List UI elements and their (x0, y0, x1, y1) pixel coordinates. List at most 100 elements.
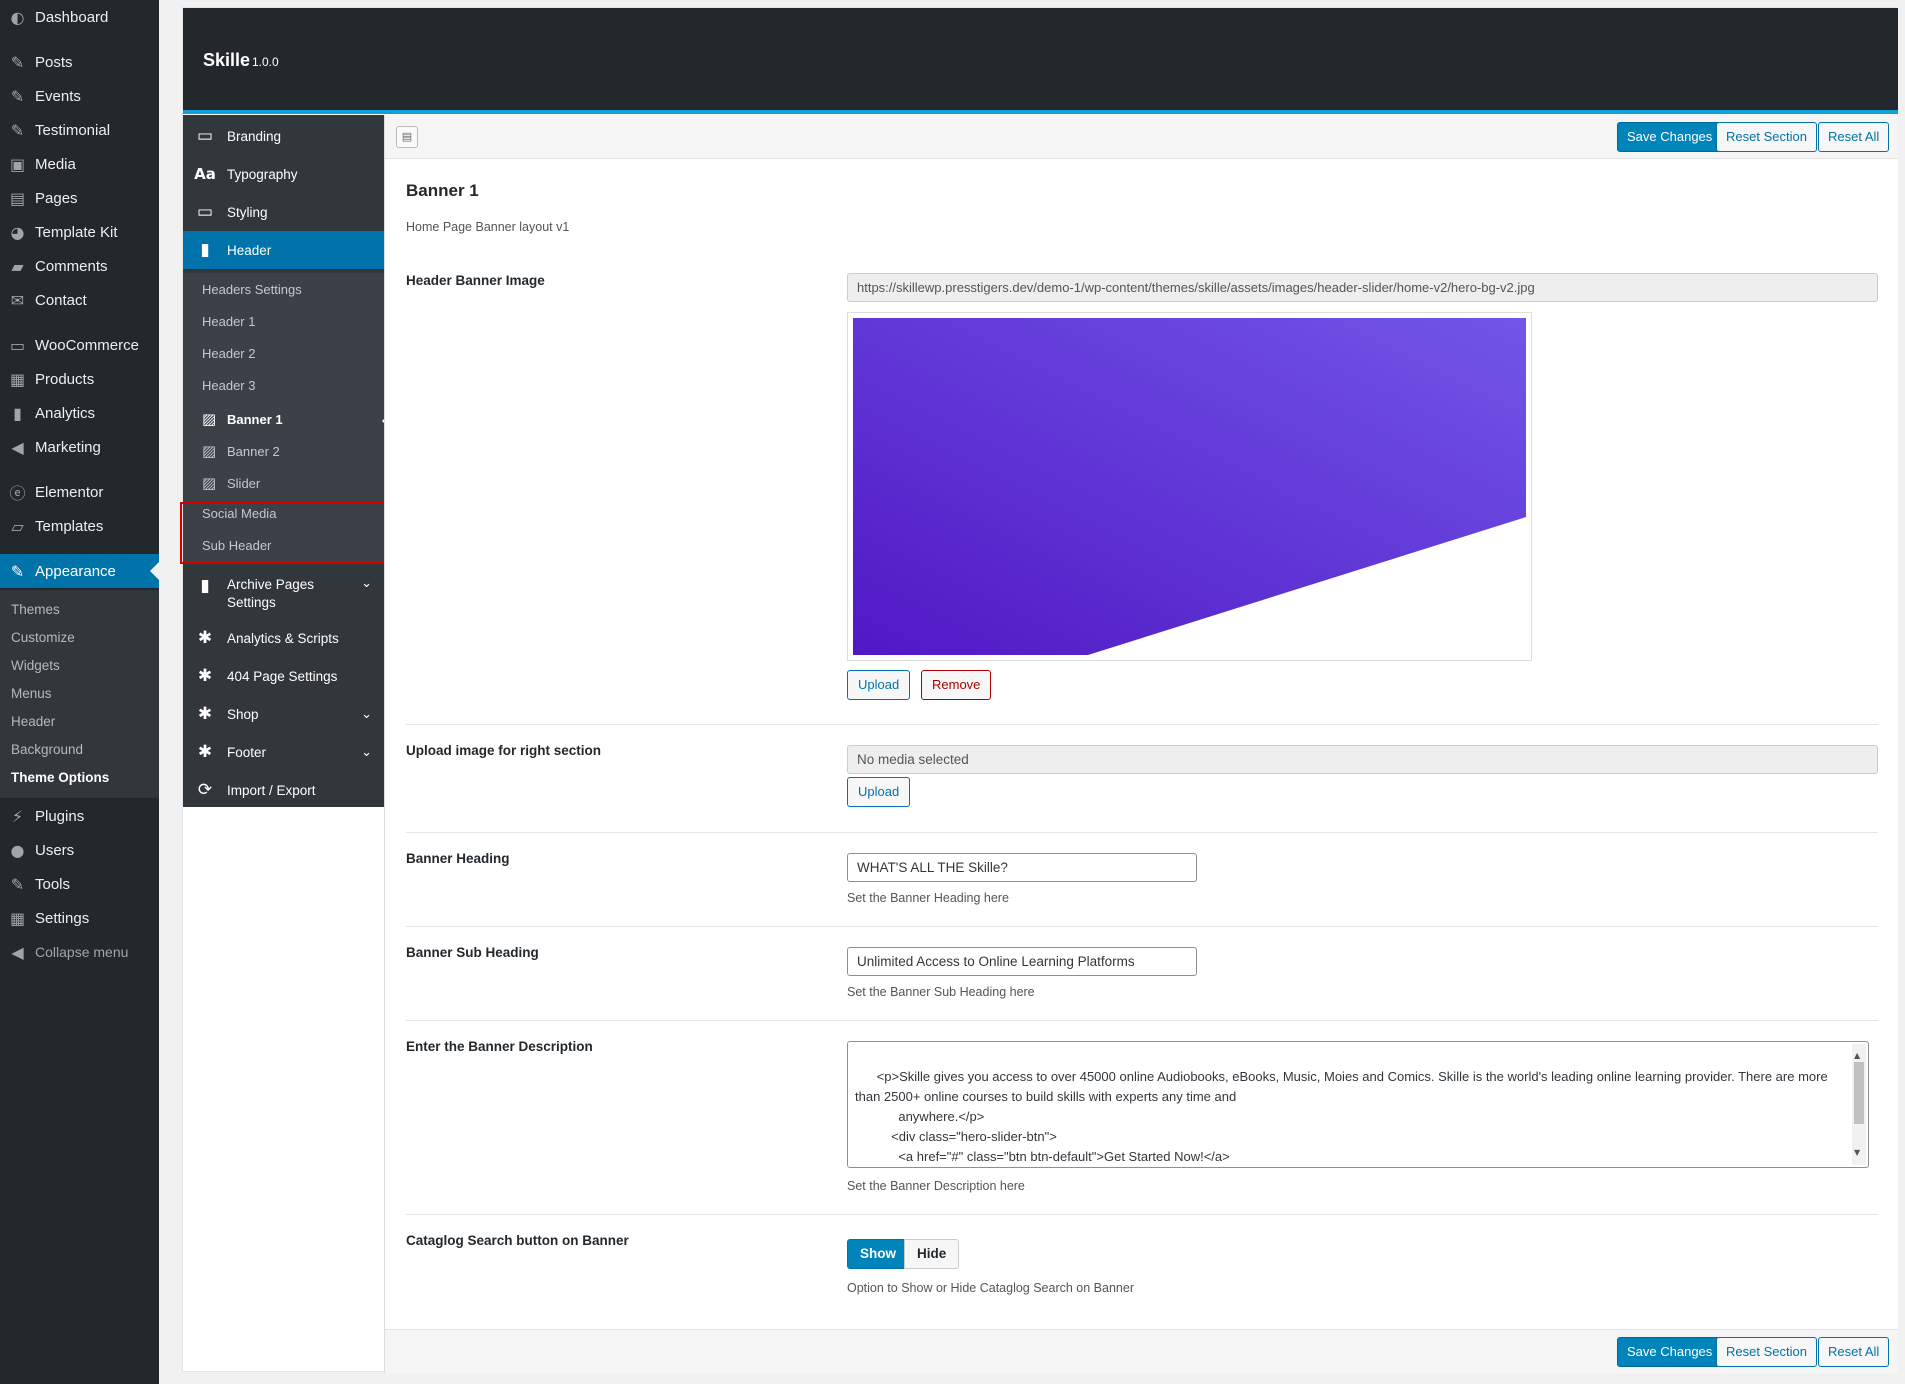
gear-icon: ✱ (197, 628, 213, 648)
nav-label: Banner 1 (227, 411, 283, 427)
menu-marketing[interactable]: ◀ Marketing (0, 430, 159, 464)
menu-tools[interactable]: ✎ Tools (0, 867, 159, 901)
reset-section-button[interactable]: Reset Section (1716, 1337, 1817, 1367)
submenu-menus[interactable]: Menus (11, 686, 52, 701)
banner-image-remove-button[interactable]: Remove (921, 670, 992, 700)
menu-comments[interactable]: ▰ Comments (0, 249, 159, 283)
menu-analytics[interactable]: ▮ Analytics (0, 396, 159, 430)
submenu-customize[interactable]: Customize (11, 630, 75, 645)
menu-label: Analytics (35, 404, 96, 422)
header-banner-image-label: Header Banner Image (406, 273, 545, 288)
nav-styling[interactable]: ▭ Styling (183, 193, 384, 231)
collapse-icon: ◀ (11, 942, 24, 962)
theme-options-panel: Skille 1.0.0 ▭ Branding Aa Typography ▭ Sty… (180, 7, 1898, 1373)
hide-toggle-button[interactable]: Hide (904, 1239, 960, 1269)
nav-label: 404 Page Settings (227, 668, 338, 684)
reset-all-button[interactable]: Reset All (1818, 1337, 1890, 1367)
menu-posts[interactable]: ✎ Posts (0, 45, 159, 79)
catalog-search-desc: Option to Show or Hide Cataglog Search o… (847, 1281, 1134, 1295)
scroll-down-icon[interactable]: ▼ (1854, 1143, 1860, 1163)
expand-options-icon[interactable]: ▤ (396, 126, 418, 148)
reset-all-button[interactable]: Reset All (1818, 122, 1890, 152)
nav-shop[interactable]: ✱ Shop ⌄ (183, 695, 384, 733)
nav-banner-1[interactable]: ▨ Banner 1 (202, 410, 283, 428)
nav-archive-pages-settings[interactable]: ▮ Archive Pages Settings ⌄ (183, 566, 384, 618)
nav-label: Archive Pages Settings (227, 576, 314, 612)
scrollbar-thumb[interactable] (1854, 1062, 1864, 1124)
submenu-widgets[interactable]: Widgets (11, 658, 60, 673)
nav-analytics-scripts[interactable]: ✱ Analytics & Scripts (183, 619, 384, 657)
banner-heading-desc: Set the Banner Heading here (847, 891, 1009, 905)
collapse-menu-button[interactable]: ◀ Collapse menu (0, 935, 159, 969)
nav-label: Banner 2 (227, 443, 280, 459)
settings-icon: ▦ (9, 908, 26, 928)
nav-footer[interactable]: ✱ Footer ⌄ (183, 733, 384, 771)
menu-templates[interactable]: ▱ Templates (0, 509, 159, 543)
options-nav: ▭ Branding Aa Typography ▭ Styling ▮ Header … (180, 115, 394, 809)
menu-template-kit[interactable]: ◕ Template Kit (0, 215, 159, 249)
menu-contact[interactable]: ✉ Contact (0, 283, 159, 317)
menu-pages[interactable]: ▤ Pages (0, 181, 159, 215)
banner-sub-heading-input[interactable]: Unlimited Access to Online Learning Plat… (847, 947, 1197, 976)
products-icon: ▦ (9, 369, 26, 389)
submenu-background[interactable]: Background (11, 742, 83, 757)
nav-label: Footer (227, 744, 267, 760)
menu-elementor[interactable]: ⓔ Elementor (0, 475, 159, 509)
reset-section-button[interactable]: Reset Section (1716, 122, 1817, 152)
dashboard-icon: ◐ (10, 7, 25, 27)
textarea-scrollbar[interactable]: ▲ ▼ (1852, 1044, 1866, 1165)
show-toggle-button[interactable]: Show (847, 1239, 909, 1269)
save-changes-button[interactable]: Save Changes (1617, 122, 1723, 152)
nav-header-1[interactable]: Header 1 (202, 314, 255, 329)
divider (406, 1214, 1878, 1215)
user-icon: ● (10, 840, 25, 860)
nav-label-line1: Archive Pages (227, 577, 315, 592)
menu-label: Comments (35, 257, 108, 275)
nav-branding[interactable]: ▭ Branding (183, 117, 384, 155)
save-changes-button[interactable]: Save Changes (1617, 1337, 1723, 1367)
nav-header-2[interactable]: Header 2 (202, 346, 255, 361)
menu-label: Collapse menu (35, 944, 129, 960)
nav-label: Shop (227, 706, 259, 722)
header-banner-image-url[interactable]: https://skillewp.presstigers.dev/demo-1/… (847, 273, 1878, 302)
menu-testimonial[interactable]: ✎ Testimonial (0, 113, 159, 147)
menu-plugins[interactable]: ⚡ Plugins (0, 799, 159, 833)
banner-image-upload-button[interactable]: Upload (847, 670, 911, 700)
gear-icon: ✱ (197, 666, 213, 686)
banner-heading-label: Banner Heading (406, 851, 510, 866)
nav-header[interactable]: ▮ Header (183, 231, 384, 269)
submenu-theme-options[interactable]: Theme Options (11, 770, 109, 785)
menu-media[interactable]: ▣ Media (0, 147, 159, 181)
nav-slider[interactable]: ▨ Slider (202, 474, 260, 492)
nav-import-export[interactable]: ⟳ Import / Export (183, 771, 384, 809)
bookmark-icon: ▮ (200, 240, 210, 260)
menu-appearance[interactable]: ✎ Appearance (0, 554, 159, 588)
right-image-upload-button[interactable]: Upload (847, 777, 911, 807)
typography-icon: Aa (194, 165, 216, 183)
wrench-icon: ✎ (10, 874, 25, 894)
nav-404-page-settings[interactable]: ✱ 404 Page Settings (183, 657, 384, 695)
right-image-label: Upload image for right section (406, 743, 602, 758)
nav-headers-settings[interactable]: Headers Settings (202, 282, 302, 297)
submenu-header[interactable]: Header (11, 714, 55, 729)
nav-banner-2[interactable]: ▨ Banner 2 (202, 442, 280, 460)
chevron-down-icon: ⌄ (361, 706, 372, 722)
divider (406, 926, 1878, 927)
divider (406, 1020, 1878, 1021)
menu-users[interactable]: ● Users (0, 833, 159, 867)
banner-description-textarea[interactable]: <p>Skille gives you access to over 45000… (847, 1041, 1869, 1168)
submenu-themes[interactable]: Themes (11, 602, 60, 617)
right-image-url[interactable]: No media selected (847, 745, 1878, 774)
comments-icon: ▰ (11, 256, 24, 276)
nav-typography[interactable]: Aa Typography (183, 155, 384, 193)
nav-label: Header (227, 242, 272, 258)
menu-settings[interactable]: ▦ Settings (0, 901, 159, 935)
menu-products[interactable]: ▦ Products (0, 362, 159, 396)
nav-header-3[interactable]: Header 3 (202, 378, 255, 393)
options-content: ▤ Save Changes Reset Section Reset All B… (384, 115, 1898, 1373)
menu-woocommerce[interactable]: ▭ WooCommerce (0, 328, 159, 362)
menu-dashboard[interactable]: ◐ Dashboard (0, 0, 159, 34)
banner-heading-input[interactable]: WHAT'S ALL THE Skille? (847, 853, 1197, 882)
menu-label: Testimonial (35, 121, 111, 139)
menu-events[interactable]: ✎ Events (0, 79, 159, 113)
